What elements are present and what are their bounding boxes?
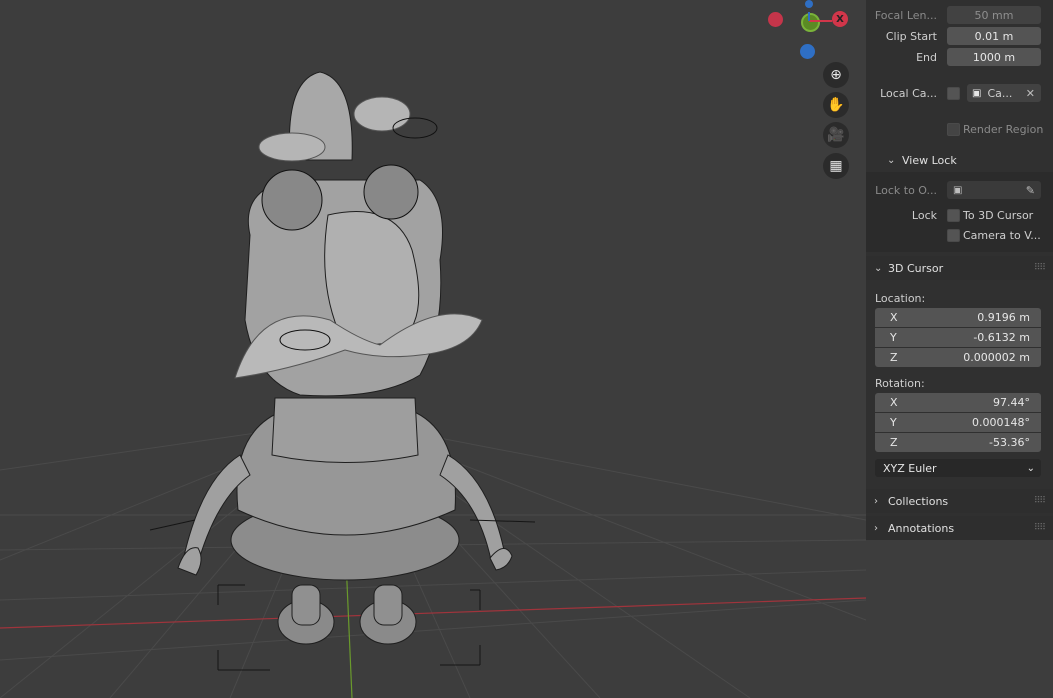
local-camera-value: Ca... — [987, 86, 1013, 100]
view-sidebar-panel: Focal Len... 50 mm Clip Start 0.01 m End… — [866, 0, 1053, 540]
lock-to-object-label: Lock to O... — [875, 183, 937, 197]
rotation-label: Rotation: — [875, 377, 925, 390]
axis-label: X — [890, 311, 898, 324]
location-y-value: -0.6132 m — [973, 331, 1030, 344]
rotation-x-field[interactable]: X 97.44° — [875, 393, 1041, 412]
collections-header[interactable]: › Collections ⠿⠿ — [866, 489, 1053, 513]
gizmo-axes — [808, 12, 832, 22]
clip-start-label: Clip Start — [885, 29, 937, 43]
rotation-mode-dropdown[interactable]: XYZ Euler ⌄ — [875, 459, 1041, 477]
annotations-title: Annotations — [888, 521, 955, 535]
annotations-header[interactable]: › Annotations ⠿⠿ — [866, 516, 1053, 540]
lock-label: Lock — [911, 208, 937, 222]
chevron-right-icon: › — [874, 495, 878, 507]
object-icon: ▣ — [953, 184, 963, 196]
viewport-grid-and-model — [0, 71, 866, 698]
local-camera-checkbox[interactable] — [947, 87, 960, 100]
camera-to-view-row: Camera to V... — [866, 225, 1053, 245]
to-3d-cursor-checkbox[interactable] — [947, 209, 960, 222]
axis-label: Y — [890, 416, 897, 429]
3d-cursor-title: 3D Cursor — [888, 261, 944, 275]
render-region-row: Render Region — [866, 119, 1053, 139]
pan-button[interactable]: ✋ — [823, 92, 849, 118]
drag-grip-icon[interactable]: ⠿⠿ — [1034, 523, 1046, 533]
zoom-button[interactable]: ⊕ — [823, 62, 849, 88]
hand-pan-icon: ✋ — [827, 97, 845, 113]
rotation-z-field[interactable]: Z -53.36° — [875, 433, 1041, 452]
camera-icon: 🎥 — [827, 127, 845, 143]
gizmo-z-ball-top[interactable] — [805, 0, 813, 8]
x-axis-line — [0, 597, 866, 629]
drag-grip-icon[interactable]: ⠿⠿ — [1034, 496, 1046, 506]
view-lock-title: View Lock — [902, 153, 957, 167]
location-x-field[interactable]: X 0.9196 m — [875, 308, 1041, 327]
rotation-x-value: 97.44° — [993, 396, 1030, 409]
camera-to-view-label: Camera to V... — [963, 228, 1041, 242]
3d-cursor-header[interactable]: ⌄ 3D Cursor ⠿⠿ — [866, 256, 1053, 280]
clip-end-field[interactable]: 1000 m — [947, 48, 1041, 66]
location-y-field[interactable]: Y -0.6132 m — [875, 328, 1041, 347]
clip-start-field[interactable]: 0.01 m — [947, 27, 1041, 45]
render-region-checkbox[interactable] — [947, 123, 960, 136]
clip-end-row: End 1000 m — [866, 47, 1053, 67]
focal-length-label: Focal Len... — [874, 8, 937, 22]
local-camera-label: Local Ca... — [880, 86, 937, 100]
y-axis-line — [345, 559, 353, 698]
focal-length-field[interactable]: 50 mm — [947, 6, 1041, 24]
clip-end-label: End — [916, 50, 937, 64]
local-camera-field[interactable]: ▣ Ca... ✕ — [967, 84, 1041, 102]
location-z-value: 0.000002 m — [963, 351, 1030, 364]
gizmo-neg-z-ball[interactable] — [800, 44, 815, 59]
ortho-toggle-button[interactable]: ▦ — [823, 153, 849, 179]
camera-view-button[interactable]: 🎥 — [823, 122, 849, 148]
clip-start-row: Clip Start 0.01 m — [866, 26, 1053, 46]
axis-label: Z — [890, 351, 898, 364]
lock-to-object-row: Lock to O... ▣ ✎ — [866, 180, 1053, 200]
camera-object-icon: ▣ — [972, 87, 982, 99]
render-region-label: Render Region — [963, 122, 1044, 136]
gizmo-neg-x-ball[interactable] — [768, 12, 783, 27]
chevron-down-icon: ⌄ — [874, 262, 883, 274]
location-z-field[interactable]: Z 0.000002 m — [875, 348, 1041, 367]
location-label: Location: — [875, 292, 926, 305]
axis-label: X — [890, 396, 898, 409]
to-3d-cursor-label: To 3D Cursor — [963, 208, 1034, 222]
view-lock-header[interactable]: ⌄ View Lock — [866, 150, 1053, 170]
clear-icon[interactable]: ✕ — [1026, 87, 1035, 100]
lock-to-cursor-row: Lock To 3D Cursor — [866, 205, 1053, 225]
location-x-value: 0.9196 m — [977, 311, 1030, 324]
eyedropper-icon[interactable]: ✎ — [1026, 184, 1035, 197]
rotation-mode-value: XYZ Euler — [883, 461, 937, 475]
chevron-down-icon: ⌄ — [1026, 462, 1035, 474]
zoom-icon: ⊕ — [830, 67, 842, 83]
drag-grip-icon[interactable]: ⠿⠿ — [1034, 263, 1046, 273]
local-camera-row: Local Ca... ▣ Ca... ✕ — [866, 83, 1053, 103]
rotation-z-value: -53.36° — [989, 436, 1030, 449]
chevron-down-icon: ⌄ — [887, 154, 896, 166]
camera-to-view-checkbox[interactable] — [947, 229, 960, 242]
ortho-grid-icon: ▦ — [829, 158, 843, 174]
axis-label: Y — [890, 331, 897, 344]
axis-label: Z — [890, 436, 898, 449]
lock-to-object-field[interactable]: ▣ ✎ — [947, 181, 1041, 199]
rotation-y-value: 0.000148° — [972, 416, 1030, 429]
rotation-y-field[interactable]: Y 0.000148° — [875, 413, 1041, 432]
focal-length-row: Focal Len... 50 mm — [866, 5, 1053, 25]
collections-title: Collections — [888, 494, 949, 508]
chevron-right-icon: › — [874, 522, 878, 534]
